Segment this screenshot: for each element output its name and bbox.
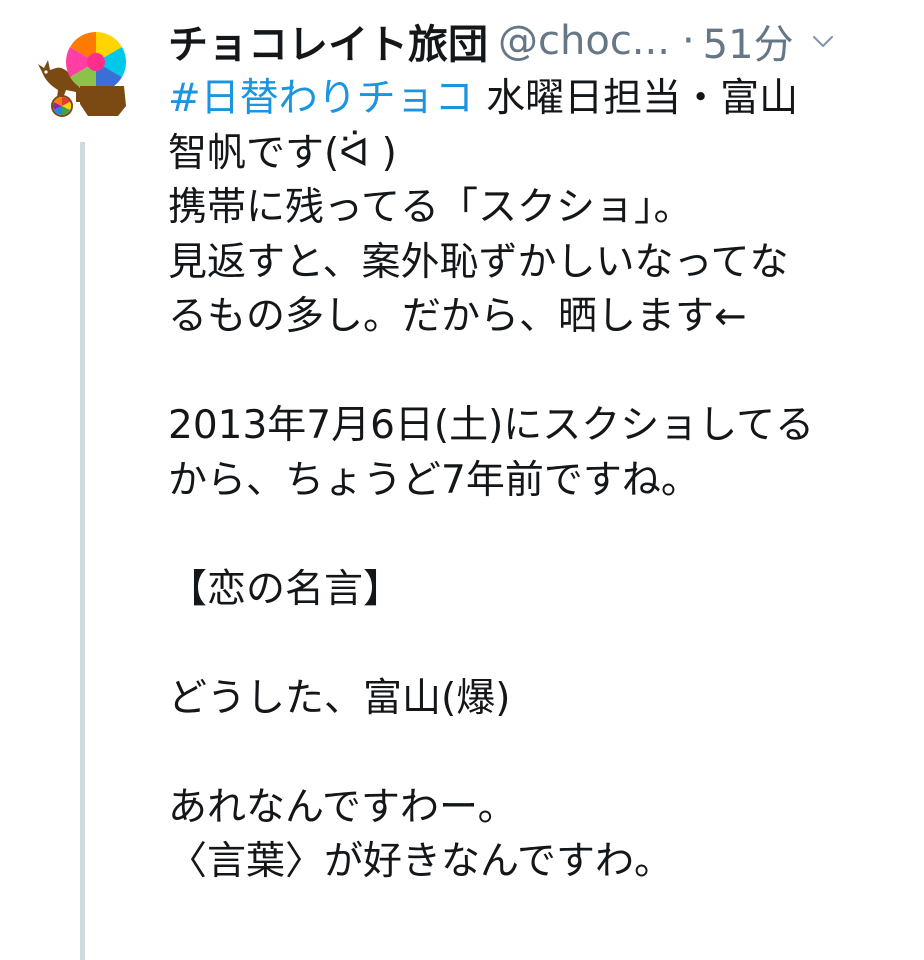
- tweet-header: チョコレイト旅団 @choc... · 51分: [168, 6, 908, 76]
- chocolate-brigade-avatar-icon[interactable]: [36, 28, 132, 124]
- tweet-line: 〈言葉〉が好きなんですわ。: [168, 839, 674, 884]
- tweet-line: #日替わりチョコ 水曜日担当・富山: [168, 72, 908, 127]
- tweet-body: #日替わりチョコ 水曜日担当・富山 智帆です(ᐛ ) 携帯に残ってる「スクショ」…: [168, 72, 908, 890]
- tweet-line: 見返すと、案外恥ずかしいなってな: [168, 239, 789, 285]
- tweet-line: るもの多し。だから、晒します←: [168, 294, 747, 339]
- chevron-down-icon[interactable]: [812, 30, 834, 52]
- display-name[interactable]: チョコレイト旅団: [168, 12, 488, 70]
- tweet-line: どうした、富山(爆): [168, 675, 511, 721]
- tweet[interactable]: チョコレイト旅団 @choc... · 51分 #日替わりチョコ 水曜日担当・富…: [0, 0, 924, 960]
- tweet-line: 携帯に残ってる「スクショ」。: [168, 185, 693, 230]
- thread-line: [80, 142, 85, 960]
- hashtag-link[interactable]: #日替わりチョコ: [168, 76, 474, 121]
- tweet-line: 【恋の名言】: [168, 566, 403, 612]
- separator-dot: ·: [681, 18, 695, 64]
- tweet-line: あれなんですわー。: [168, 784, 517, 830]
- tweet-text: 水曜日担当・富山: [473, 76, 799, 121]
- user-handle[interactable]: @choc...: [498, 18, 670, 64]
- tweet-line: から、ちょうど7年前ですね。: [168, 457, 700, 503]
- tweet-line: 智帆です(ᐛ ): [168, 130, 397, 176]
- tweet-line: 2013年7月6日(土)にスクショしてる: [168, 403, 815, 448]
- timestamp[interactable]: 51分: [703, 12, 794, 70]
